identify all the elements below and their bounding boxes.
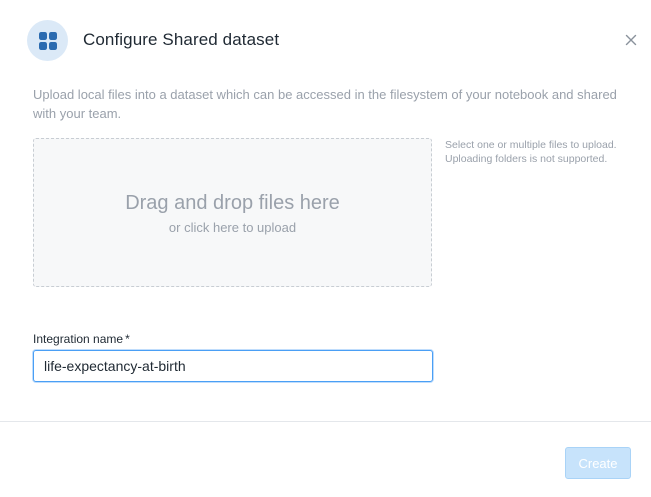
dialog-description: Upload local files into a dataset which … (33, 87, 617, 121)
close-icon (625, 34, 637, 46)
upload-hint: Select one or multiple files to upload. … (445, 139, 617, 165)
create-button[interactable]: Create (565, 447, 631, 479)
close-button[interactable] (620, 29, 642, 51)
dropzone-title: Drag and drop files here (125, 192, 340, 214)
integration-name-input[interactable] (33, 350, 433, 382)
configure-shared-dataset-dialog: Configure Shared dataset Upload local fi… (0, 0, 651, 497)
grid-icon (27, 20, 68, 61)
integration-name-label: Integration name * (33, 331, 130, 347)
integration-name-label-text: Integration name (33, 332, 124, 346)
required-marker: * (125, 332, 130, 346)
footer-divider (0, 421, 651, 422)
dropzone-subtitle: or click here to upload (168, 220, 297, 235)
file-dropzone[interactable]: Drag and drop files here or click here t… (33, 138, 432, 287)
dialog-title: Configure Shared dataset (83, 30, 280, 49)
